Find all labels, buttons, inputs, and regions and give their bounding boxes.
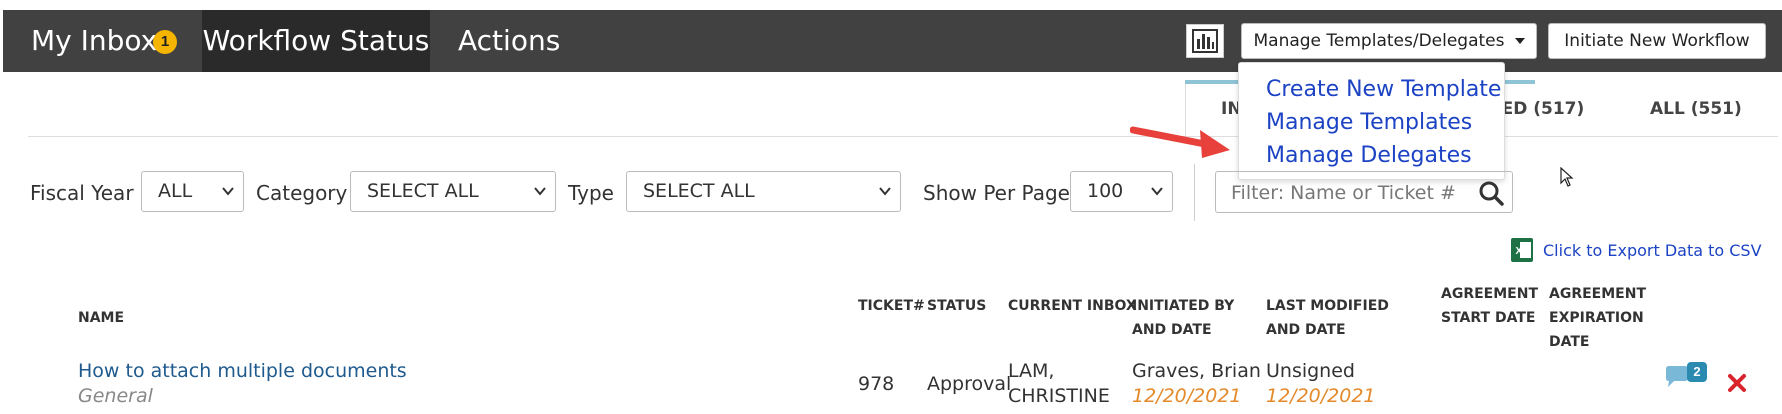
column-header-name[interactable]: NAME: [78, 306, 124, 330]
column-header-agreement-start-line1: AGREEMENT: [1441, 286, 1538, 302]
type-label: Type: [568, 181, 614, 205]
column-header-agreement-exp-line2: EXPIRATION: [1549, 310, 1644, 326]
column-header-agreement-exp-line3: DATE: [1549, 334, 1590, 350]
manage-dropdown-menu: Create New Template Manage Templates Man…: [1238, 62, 1505, 180]
menu-item-manage-templates[interactable]: Manage Templates: [1266, 110, 1472, 135]
svg-text:X: X: [1516, 246, 1523, 257]
nav-workflow-status[interactable]: Workflow Status: [202, 10, 430, 72]
fiscal-year-label: Fiscal Year: [30, 181, 134, 205]
column-header-agreement-exp-line1: AGREEMENT: [1549, 286, 1646, 302]
manage-templates-delegates-button[interactable]: Manage Templates/Delegates: [1241, 23, 1537, 59]
tabs-divider: [28, 136, 1778, 137]
column-header-modified-line2: AND DATE: [1266, 322, 1346, 338]
search-icon[interactable]: [1478, 180, 1504, 206]
per-page-label: Show Per Page: [923, 181, 1070, 205]
column-header-initiated-line2: AND DATE: [1132, 322, 1212, 338]
chevron-down-icon: [222, 187, 234, 196]
initiate-button-label: Initiate New Workflow: [1564, 31, 1750, 51]
per-page-select[interactable]: 100: [1070, 171, 1173, 212]
fiscal-year-select[interactable]: ALL: [141, 171, 244, 212]
category-value: SELECT ALL: [367, 180, 479, 202]
per-page-value: 100: [1087, 180, 1124, 202]
tab-all[interactable]: ALL (551): [1650, 99, 1742, 119]
menu-item-create-new-template[interactable]: Create New Template: [1266, 77, 1501, 102]
column-header-initiated-line1: INITIATED BY: [1132, 298, 1235, 314]
category-select[interactable]: SELECT ALL: [350, 171, 556, 212]
row-initiated-by: Graves, Brian: [1132, 360, 1261, 382]
initiate-new-workflow-button[interactable]: Initiate New Workflow: [1548, 23, 1766, 59]
reports-chart-button[interactable]: [1186, 24, 1224, 58]
nav-my-inbox[interactable]: My Inbox: [31, 10, 157, 72]
category-label: Category: [256, 181, 348, 205]
search-box: [1215, 171, 1513, 214]
column-header-ticket-label: TICKET#: [858, 298, 925, 314]
row-inbox-line1: LAM,: [1008, 360, 1055, 382]
type-value: SELECT ALL: [643, 180, 755, 202]
row-modified-by: Unsigned: [1266, 360, 1355, 382]
chevron-down-icon: [879, 187, 891, 196]
manage-button-label: Manage Templates/Delegates: [1253, 31, 1505, 51]
row-initiated-date: 12/20/2021: [1132, 385, 1242, 407]
column-header-status-label: STATUS: [927, 298, 987, 314]
caret-down-icon: [1514, 38, 1525, 44]
column-header-current-inbox-label: CURRENT INBOX: [1008, 298, 1137, 314]
nav-actions[interactable]: Actions: [458, 10, 560, 72]
chevron-down-icon: [1151, 187, 1163, 196]
column-header-modified-line1: LAST MODIFIED: [1266, 298, 1389, 314]
row-status: Approval: [927, 373, 1012, 395]
column-header-last-modified[interactable]: LAST MODIFIED AND DATE: [1266, 294, 1389, 342]
column-header-name-label: NAME: [78, 310, 125, 326]
row-category: General: [78, 385, 153, 407]
chevron-down-icon: [534, 187, 546, 196]
row-inbox-line2: CHRISTINE: [1008, 385, 1110, 407]
nav-workflow-status-label: Workflow Status: [202, 24, 430, 57]
filter-divider: [1194, 164, 1195, 221]
column-header-ticket[interactable]: TICKET#: [858, 294, 925, 318]
annotation-arrow-icon: [1130, 126, 1230, 158]
row-name-link[interactable]: How to attach multiple documents: [78, 359, 407, 384]
row-ticket: 978: [858, 373, 895, 395]
row-modified-date: 12/20/2021: [1266, 385, 1376, 407]
nav-actions-label: Actions: [458, 24, 561, 57]
export-csv-label: Click to Export Data to CSV: [1543, 241, 1762, 260]
top-nav-bar: My Inbox 1 Workflow Status Actions Manag…: [3, 10, 1782, 72]
nav-my-inbox-label: My Inbox: [31, 24, 158, 57]
column-header-agreement-expiration[interactable]: AGREEMENT EXPIRATION DATE: [1549, 282, 1646, 354]
bar-chart-icon: [1192, 29, 1218, 53]
column-header-initiated[interactable]: INITIATED BY AND DATE: [1132, 294, 1234, 342]
column-header-agreement-start[interactable]: AGREEMENT START DATE: [1441, 282, 1538, 330]
delete-icon[interactable]: [1727, 373, 1747, 393]
search-input[interactable]: [1216, 172, 1473, 214]
mouse-pointer-icon: [1560, 167, 1574, 187]
fiscal-year-value: ALL: [158, 180, 193, 202]
excel-icon: X: [1511, 238, 1533, 262]
comment-count-badge: 2: [1687, 362, 1707, 382]
column-header-agreement-start-line2: START DATE: [1441, 310, 1536, 326]
column-header-current-inbox[interactable]: CURRENT INBOX: [1008, 294, 1137, 318]
inbox-count-badge: 1: [153, 30, 177, 54]
menu-item-manage-delegates[interactable]: Manage Delegates: [1266, 143, 1472, 168]
type-select[interactable]: SELECT ALL: [626, 171, 901, 212]
column-header-status[interactable]: STATUS: [927, 294, 986, 318]
